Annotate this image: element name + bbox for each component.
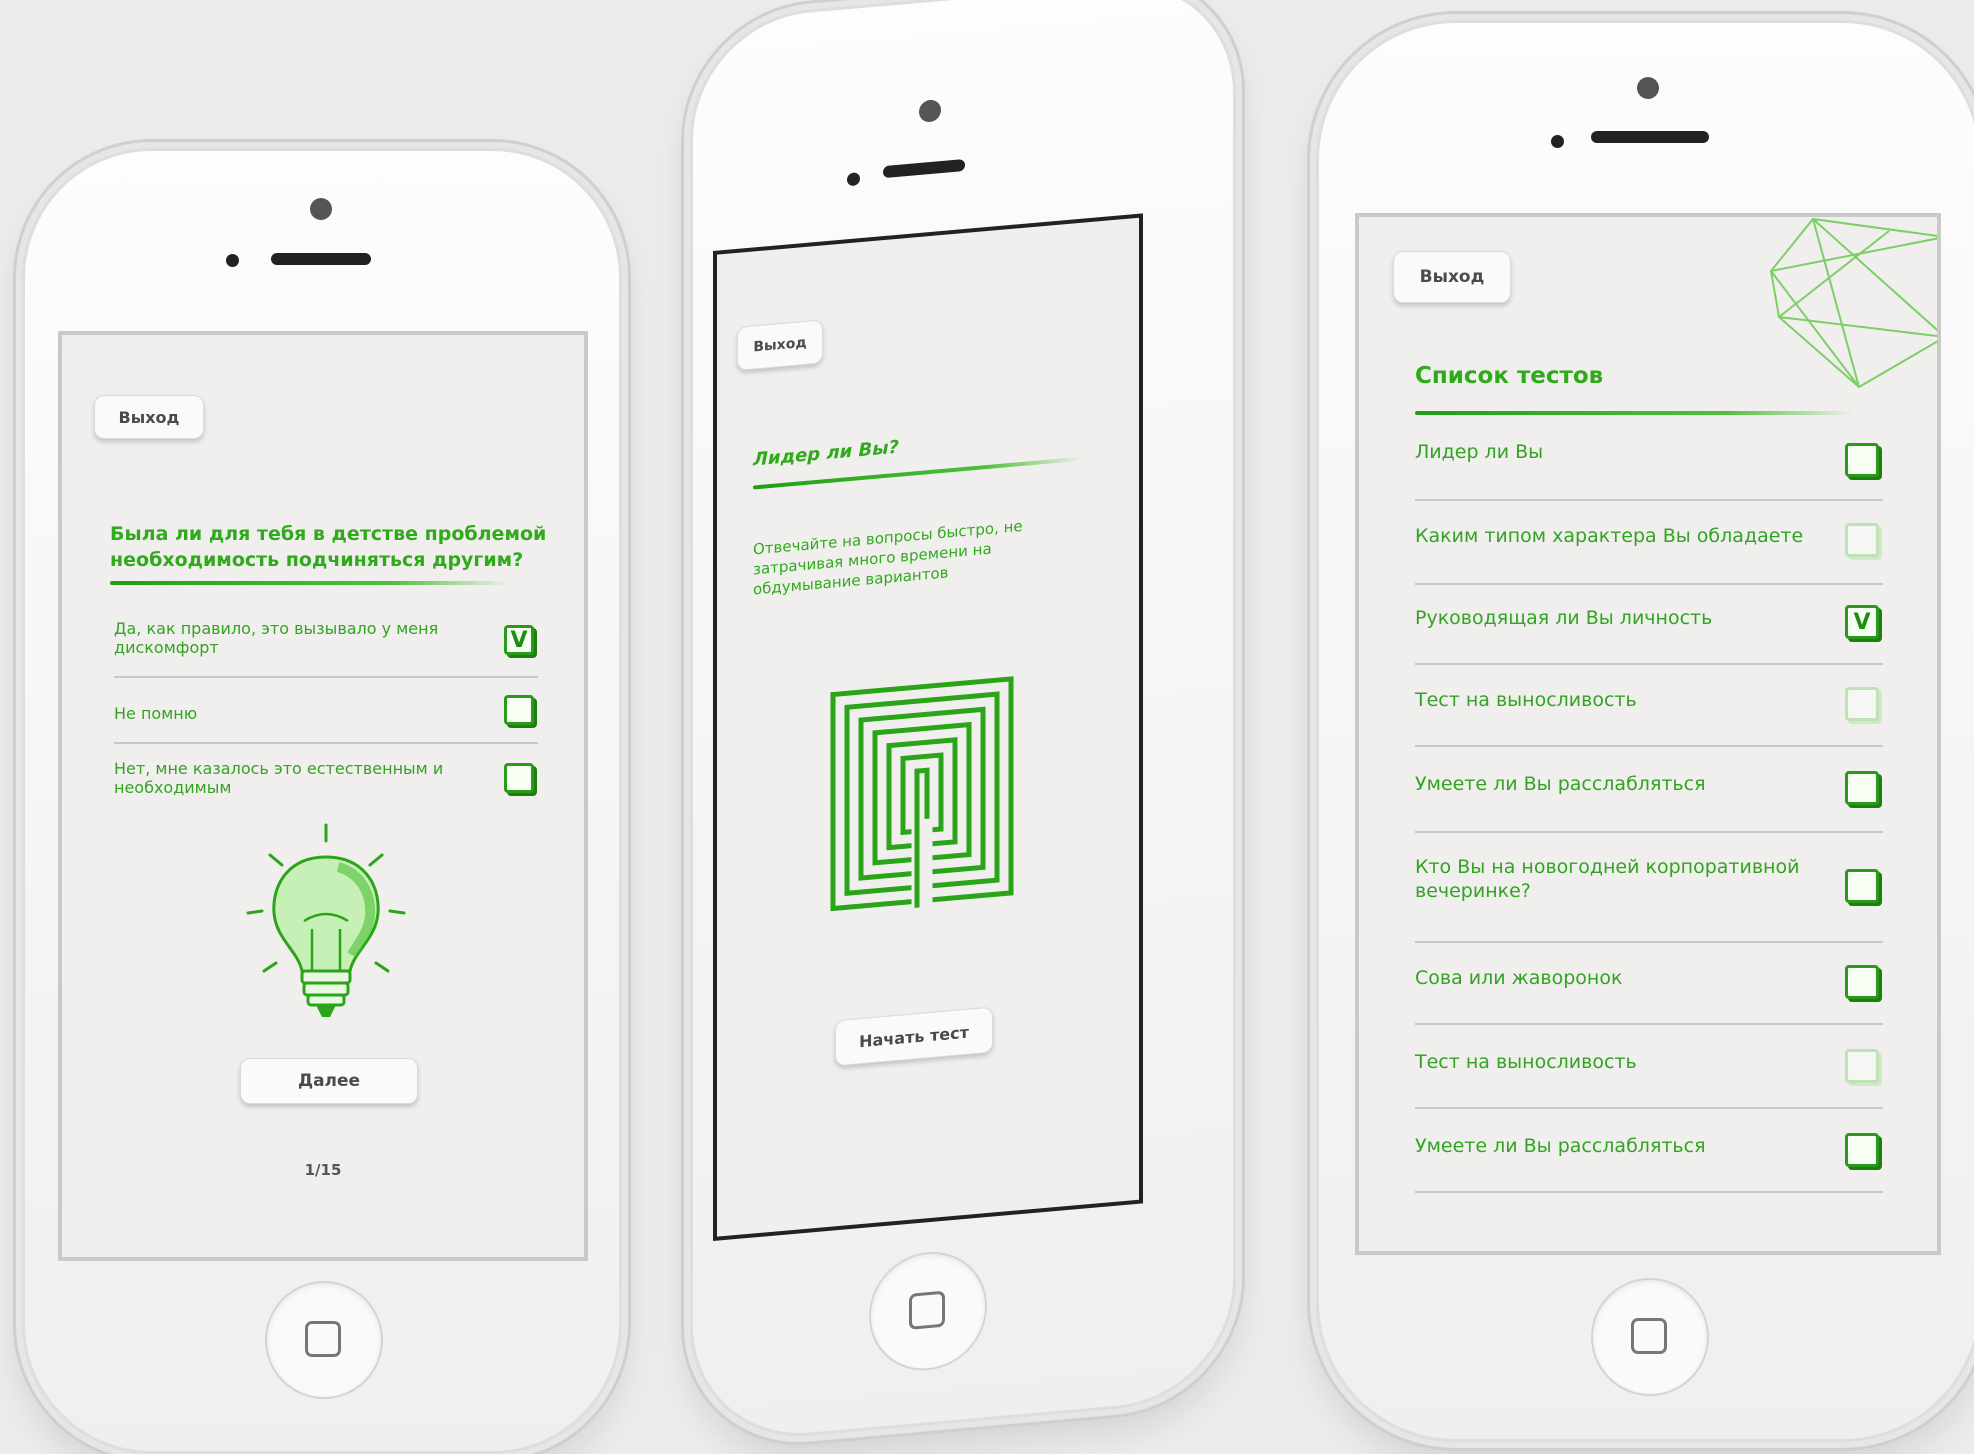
exit-button[interactable]: Выход xyxy=(737,319,823,371)
home-square-icon xyxy=(909,1290,945,1330)
sensor-icon xyxy=(226,254,239,267)
option-3-checkbox[interactable] xyxy=(504,763,534,793)
front-camera-icon xyxy=(1637,77,1659,99)
front-camera-icon xyxy=(310,198,332,220)
test-item-3[interactable]: Руководящая ли Вы личность xyxy=(1415,607,1815,629)
divider xyxy=(1415,583,1883,585)
screen-test-list: Выход Список тестов Лидер ли Вы Каким ти… xyxy=(1355,213,1941,1255)
home-button[interactable] xyxy=(869,1247,987,1376)
list-title: Список тестов xyxy=(1415,363,1604,389)
option-2-checkbox[interactable] xyxy=(504,695,534,725)
speaker-icon xyxy=(271,253,371,265)
maze-icon xyxy=(830,676,1014,912)
option-3-label[interactable]: Нет, мне казалось это естественным и нео… xyxy=(114,759,474,797)
question-text: Была ли для тебя в детстве проблемой нео… xyxy=(110,523,547,571)
test-item-6[interactable]: Кто Вы на новогодней корпоративной вечер… xyxy=(1415,855,1805,903)
home-button[interactable] xyxy=(1591,1278,1709,1396)
test-item-7-checkbox[interactable] xyxy=(1845,965,1879,999)
front-camera-icon xyxy=(919,99,941,123)
test-item-2-checkbox[interactable] xyxy=(1845,523,1879,557)
sensor-icon xyxy=(847,172,860,187)
test-item-9[interactable]: Умеете ли Вы расслабляться xyxy=(1415,1135,1815,1157)
divider xyxy=(1415,745,1883,747)
test-item-6-checkbox[interactable] xyxy=(1845,869,1879,903)
test-item-3-checkbox[interactable]: V xyxy=(1845,605,1879,639)
question-underline xyxy=(110,581,510,585)
option-1-label[interactable]: Да, как правило, это вызывало у меня дис… xyxy=(114,619,474,657)
test-item-8[interactable]: Тест на выносливость xyxy=(1415,1051,1815,1073)
speaker-icon xyxy=(1591,131,1709,143)
test-item-1[interactable]: Лидер ли Вы xyxy=(1415,441,1815,463)
test-item-8-checkbox[interactable] xyxy=(1845,1049,1879,1083)
phone-1: Выход Была ли для тебя в детстве проблем… xyxy=(22,148,622,1454)
exit-button[interactable]: Выход xyxy=(1393,251,1511,303)
test-item-9-checkbox[interactable] xyxy=(1845,1133,1879,1167)
next-button-visible[interactable]: Далее xyxy=(240,1058,418,1104)
speaker-icon xyxy=(883,158,965,179)
divider xyxy=(1415,1107,1883,1109)
test-title: Лидер ли Вы? xyxy=(753,436,899,471)
screen-question: Выход Была ли для тебя в детстве проблем… xyxy=(58,331,588,1261)
test-item-7[interactable]: Сова или жаворонок xyxy=(1415,967,1815,989)
title-underline xyxy=(1415,411,1855,415)
divider xyxy=(1415,663,1883,665)
test-item-1-checkbox[interactable] xyxy=(1845,443,1879,477)
home-square-icon xyxy=(1631,1318,1667,1354)
test-item-2[interactable]: Каким типом характера Вы обладаете xyxy=(1415,525,1815,547)
test-item-4[interactable]: Тест на выносливость xyxy=(1415,689,1815,711)
test-item-4-checkbox[interactable] xyxy=(1845,687,1879,721)
home-button[interactable] xyxy=(265,1281,383,1399)
divider xyxy=(114,676,538,678)
home-square-icon xyxy=(305,1321,341,1357)
divider xyxy=(1415,499,1883,501)
test-item-5[interactable]: Умеете ли Вы расслабляться xyxy=(1415,773,1815,795)
divider xyxy=(1415,1023,1883,1025)
screen-test-intro: Выход Лидер ли Вы? Отвечайте на вопросы … xyxy=(713,213,1143,1241)
test-item-5-checkbox[interactable] xyxy=(1845,771,1879,805)
lightbulb-icon xyxy=(246,823,406,1017)
option-1-checkbox[interactable]: V xyxy=(504,625,534,655)
polygon-wireframe-icon xyxy=(1769,217,1937,389)
divider xyxy=(1415,941,1883,943)
option-2-label[interactable]: Не помню xyxy=(114,704,474,723)
progress-counter: 1/15 xyxy=(304,1161,342,1179)
phone-2: Выход Лидер ли Вы? Отвечайте на вопросы … xyxy=(690,0,1236,1446)
divider xyxy=(1415,831,1883,833)
test-description: Отвечайте на вопросы быстро, не затрачив… xyxy=(753,516,1023,599)
exit-button[interactable]: Выход xyxy=(94,395,204,439)
divider xyxy=(114,742,538,744)
divider xyxy=(1415,1191,1883,1193)
start-test-button[interactable]: Начать тест xyxy=(835,1006,993,1067)
phone-3: Выход Список тестов Лидер ли Вы Каким ти… xyxy=(1316,20,1974,1442)
sensor-icon xyxy=(1551,135,1564,148)
